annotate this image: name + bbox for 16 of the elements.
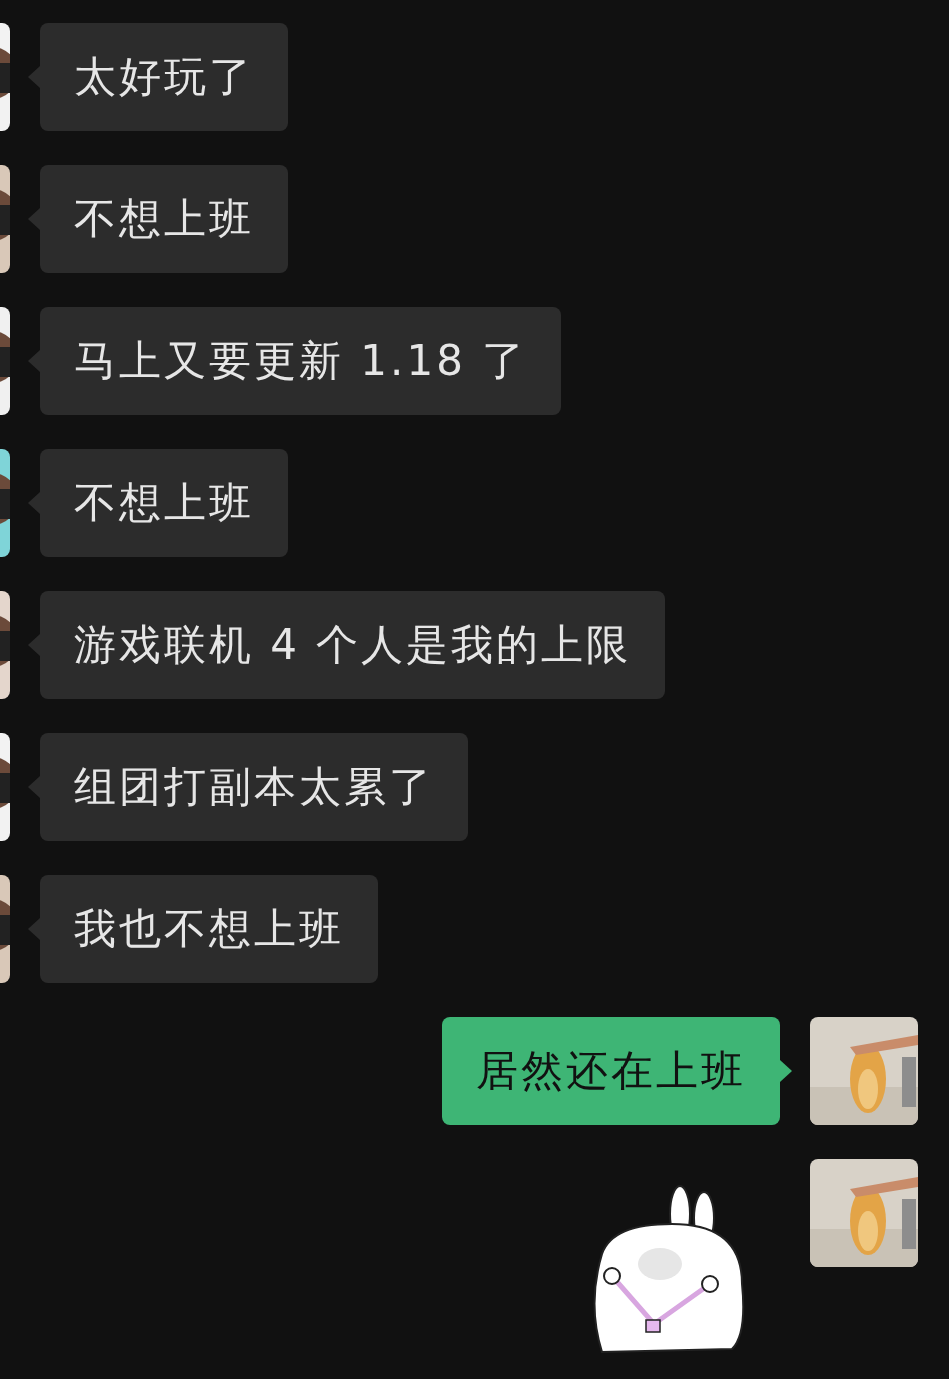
bubble-tail [28, 66, 40, 88]
message-bubble: 不想上班 [40, 449, 288, 557]
bubble-tail [28, 776, 40, 798]
bubble-tail [780, 1060, 792, 1082]
message-bubble: 组团打副本太累了 [40, 733, 468, 841]
bubble-tail [28, 492, 40, 514]
bubble-tail [28, 634, 40, 656]
message-bubble: 游戏联机 4 个人是我的上限 [40, 591, 666, 699]
bubble-tail [28, 208, 40, 230]
bubble-tail [28, 918, 40, 940]
message-bubble: 居然还在上班 [442, 1017, 780, 1125]
bubble-tail [28, 350, 40, 372]
message-bubble: 我也不想上班 [40, 875, 378, 983]
message-bubble: 不想上班 [40, 165, 288, 273]
message-bubble: 马上又要更新 1.18 了 [40, 307, 562, 415]
message-bubble: 太好玩了 [40, 23, 288, 131]
